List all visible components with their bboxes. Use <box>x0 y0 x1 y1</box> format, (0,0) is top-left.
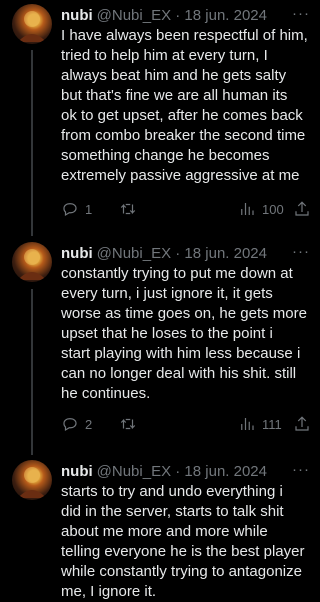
tweet[interactable]: nubi @Nubi_EX · 18 jun. 2024 ··· starts t… <box>0 456 318 602</box>
reply-count: 2 <box>85 416 93 432</box>
author-handle-date[interactable]: @Nubi_EX · 18 jun. 2024 <box>97 7 267 24</box>
share-button[interactable] <box>293 414 311 434</box>
reply-count: 1 <box>85 201 93 217</box>
author-name[interactable]: nubi <box>61 463 93 480</box>
reply-icon <box>63 418 77 432</box>
tweet[interactable]: nubi @Nubi_EX · 18 jun. 2024 ··· I have a… <box>0 0 318 236</box>
more-icon[interactable]: ··· <box>292 242 310 262</box>
author-handle-date[interactable]: @Nubi_EX · 18 jun. 2024 <box>97 463 267 480</box>
more-icon[interactable]: ··· <box>292 460 310 480</box>
tweet-text: constantly trying to put me down at ever… <box>61 265 307 402</box>
more-icon[interactable]: ··· <box>292 4 310 24</box>
retweet-button[interactable] <box>119 414 143 434</box>
tweet-text: I have always been respectful of him, tr… <box>61 27 308 184</box>
retweet-icon <box>120 203 136 215</box>
share-button[interactable] <box>293 199 311 219</box>
tweet-header: nubi @Nubi_EX · 18 jun. 2024 ··· <box>61 460 310 482</box>
views-count: 111 <box>262 416 282 432</box>
reply-button[interactable]: 2 <box>61 414 92 434</box>
tweet-header: nubi @Nubi_EX · 18 jun. 2024 ··· <box>61 242 310 264</box>
retweet-button[interactable] <box>119 199 143 219</box>
views-count: 100 <box>262 201 284 217</box>
tweet-header: nubi @Nubi_EX · 18 jun. 2024 ··· <box>61 4 310 26</box>
avatar[interactable] <box>12 242 52 282</box>
share-icon <box>295 416 309 431</box>
author-name[interactable]: nubi <box>61 245 93 262</box>
views-button[interactable]: 111 <box>238 414 282 434</box>
avatar[interactable] <box>12 4 52 44</box>
author-handle-date[interactable]: @Nubi_EX · 18 jun. 2024 <box>97 245 267 262</box>
reply-button[interactable]: 1 <box>61 199 92 219</box>
tweet[interactable]: nubi @Nubi_EX · 18 jun. 2024 ··· constant… <box>0 238 318 456</box>
author-name[interactable]: nubi <box>61 7 93 24</box>
reply-icon <box>63 203 77 217</box>
views-icon <box>241 418 254 430</box>
tweet-text: starts to try and undo everything i did … <box>61 483 305 600</box>
tweet-actions: 1 100 <box>61 199 310 219</box>
retweet-icon <box>120 418 136 430</box>
tweet-actions: 2 111 <box>61 414 310 434</box>
views-icon <box>241 203 254 215</box>
share-icon <box>295 201 309 216</box>
views-button[interactable]: 100 <box>238 199 284 219</box>
avatar[interactable] <box>12 460 52 500</box>
